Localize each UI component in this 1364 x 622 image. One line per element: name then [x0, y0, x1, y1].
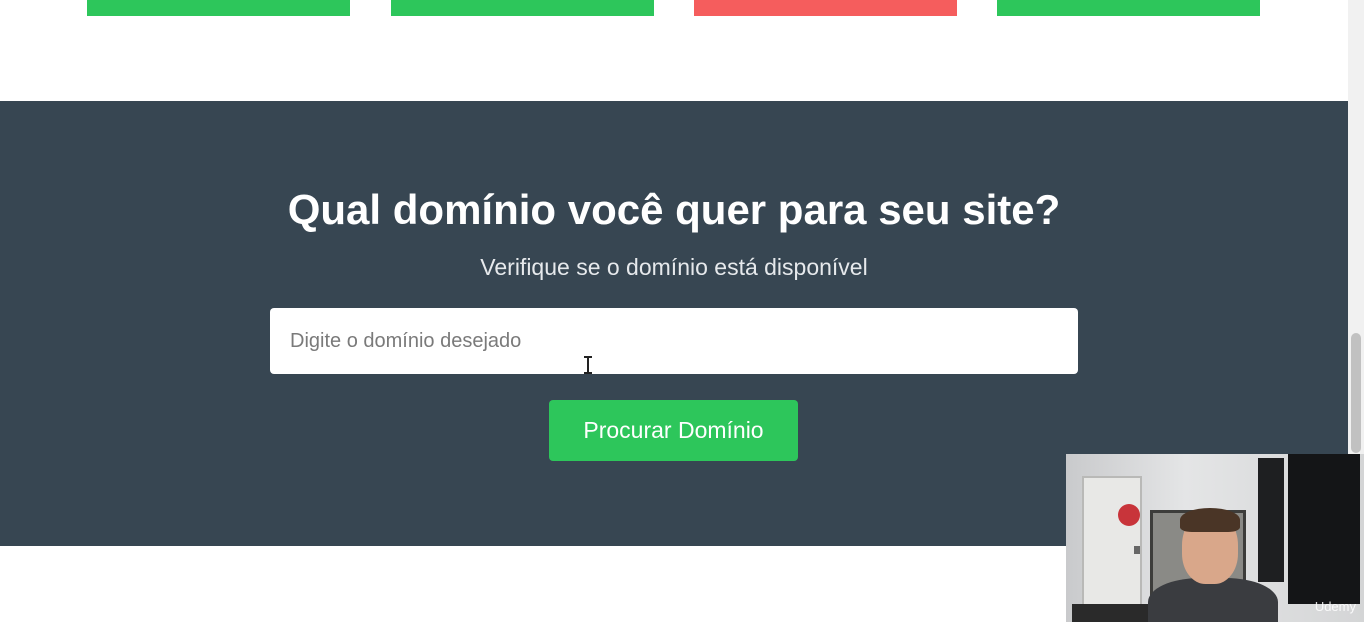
webcam-door: [1082, 476, 1142, 622]
text-cursor-icon: [584, 356, 592, 374]
plan-button-4[interactable]: [997, 0, 1260, 16]
plan-button-2[interactable]: [391, 0, 654, 16]
plan-button-1[interactable]: [87, 0, 350, 16]
domain-section-title: Qual domínio você quer para seu site?: [287, 186, 1061, 233]
search-domain-button[interactable]: Procurar Domínio: [549, 400, 798, 461]
domain-section-subtitle: Verifique se o domínio está disponível: [480, 254, 868, 280]
domain-search-input[interactable]: [270, 308, 1078, 374]
page: Qual domínio você quer para seu site? Ve…: [0, 0, 1364, 622]
udemy-watermark: Udemy: [1314, 599, 1356, 614]
plan-button-3[interactable]: [694, 0, 957, 16]
webcam-sticker: [1118, 504, 1140, 526]
webcam-overlay: Udemy: [1066, 454, 1364, 622]
webcam-person-body: [1148, 578, 1278, 622]
scrollbar-thumb[interactable]: [1351, 333, 1361, 453]
